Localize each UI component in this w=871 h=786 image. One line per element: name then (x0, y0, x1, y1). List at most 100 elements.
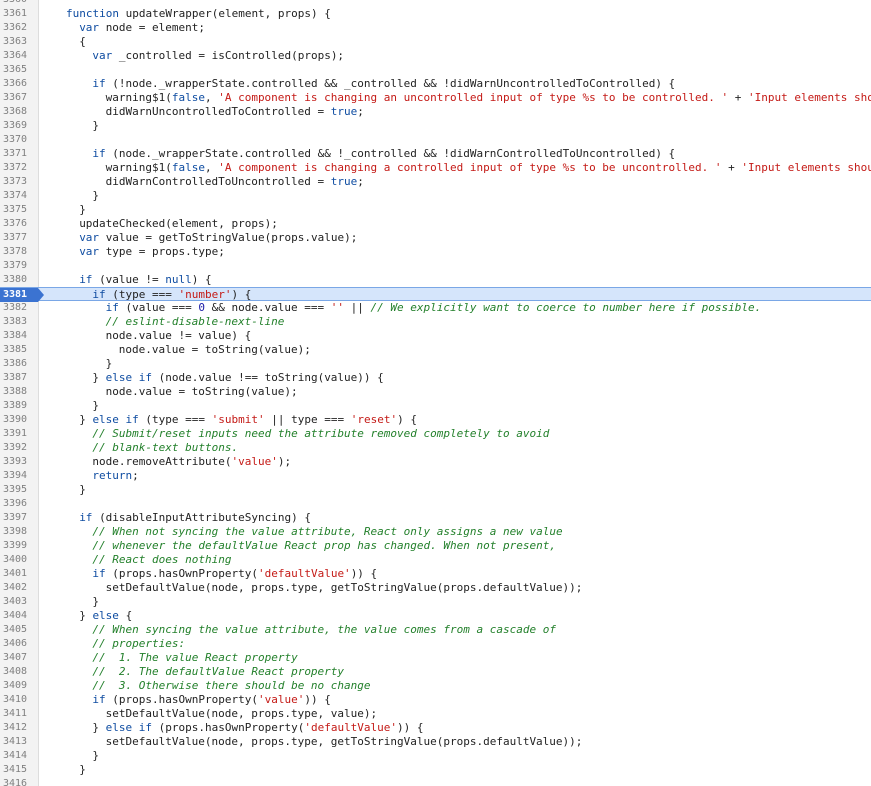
line-number[interactable]: 3368 (0, 105, 37, 119)
line-number[interactable]: 3392 (0, 441, 37, 455)
code-line[interactable]: 3386} (0, 357, 871, 371)
line-number[interactable]: 3362 (0, 21, 37, 35)
line-number[interactable]: 3384 (0, 329, 37, 343)
code-line[interactable]: 3368 didWarnUncontrolledToControlled = tr… (0, 105, 871, 119)
code-line[interactable]: 3398 // When not syncing the value attrib… (0, 525, 871, 539)
line-number[interactable]: 3415 (0, 763, 37, 777)
code-line[interactable]: 3409 // 3. Otherwise there should be no c… (0, 679, 871, 693)
line-number[interactable]: 3401 (0, 567, 37, 581)
code-line[interactable]: 3415} (0, 763, 871, 777)
code-line[interactable]: 3397 if (disableInputAttributeSyncing) { (0, 511, 871, 525)
code-line[interactable]: 3412} else if (props.hasOwnProperty('def… (0, 721, 871, 735)
line-number[interactable]: 3416 (0, 777, 37, 786)
code-line[interactable]: 3378 var type = props.type; (0, 245, 871, 259)
line-number[interactable]: 3408 (0, 665, 37, 679)
line-number[interactable]: 3383 (0, 315, 37, 329)
line-number[interactable]: 3406 (0, 637, 37, 651)
line-number[interactable]: 3382 (0, 301, 37, 315)
line-number[interactable]: 3409 (0, 679, 37, 693)
line-number[interactable]: 3398 (0, 525, 37, 539)
line-number[interactable]: 3393 (0, 455, 37, 469)
line-number[interactable]: 3388 (0, 385, 37, 399)
code-line[interactable]: 3393 node.removeAttribute('value'); (0, 455, 871, 469)
line-number[interactable]: 3400 (0, 553, 37, 567)
code-line[interactable]: 3376 updateChecked(element, props); (0, 217, 871, 231)
line-number[interactable]: 3389 (0, 399, 37, 413)
code-line[interactable]: 3385 node.value = toString(value); (0, 343, 871, 357)
code-line[interactable]: 3389} (0, 399, 871, 413)
line-number[interactable]: 3397 (0, 511, 37, 525)
line-number[interactable]: 3374 (0, 189, 37, 203)
code-line[interactable]: 3388 node.value = toString(value); (0, 385, 871, 399)
line-number[interactable]: 3367 (0, 91, 37, 105)
code-line[interactable]: 3416 (0, 777, 871, 786)
line-number[interactable]: 3387 (0, 371, 37, 385)
line-number[interactable]: 3363 (0, 35, 37, 49)
code-line[interactable]: 3402 setDefaultValue(node, props.type, ge… (0, 581, 871, 595)
code-line[interactable]: 3379 (0, 259, 871, 273)
line-number[interactable]: 3407 (0, 651, 37, 665)
code-line[interactable]: 3406 // properties: (0, 637, 871, 651)
line-number[interactable]: 3395 (0, 483, 37, 497)
line-number[interactable]: 3410 (0, 693, 37, 707)
code-editor[interactable]: 33603361 function updateWrapper(element, … (0, 0, 871, 786)
line-number[interactable]: 3364 (0, 49, 37, 63)
code-line[interactable]: 3366 if (!node._wrapperState.controlled &… (0, 77, 871, 91)
code-line[interactable]: 3369} (0, 119, 871, 133)
code-line[interactable]: 3370 (0, 133, 871, 147)
code-line[interactable]: 3408 // 2. The defaultValue React propert… (0, 665, 871, 679)
line-number[interactable]: 3380 (0, 273, 37, 287)
code-line[interactable]: 3377 var value = getToStringValue(props.v… (0, 231, 871, 245)
code-line[interactable]: 3390} else if (type === 'submit' || type… (0, 413, 871, 427)
line-number[interactable]: 3379 (0, 259, 37, 273)
line-number[interactable]: 3366 (0, 77, 37, 91)
code-line[interactable]: 3360 (0, 0, 871, 7)
code-line[interactable]: 3371 if (node._wrapperState.controlled &&… (0, 147, 871, 161)
code-line[interactable]: 3375} (0, 203, 871, 217)
line-number[interactable]: 3404 (0, 609, 37, 623)
line-number[interactable]: 3385 (0, 343, 37, 357)
code-line[interactable]: 3381 if (type === 'number') { (0, 287, 871, 302)
line-number[interactable]: 3396 (0, 497, 37, 511)
line-number[interactable]: 3361 (0, 7, 37, 21)
line-number[interactable]: 3365 (0, 63, 37, 77)
line-number[interactable]: 3414 (0, 749, 37, 763)
code-line[interactable]: 3391 // Submit/reset inputs need the attr… (0, 427, 871, 441)
code-line[interactable]: 3364 var _controlled = isControlled(props… (0, 49, 871, 63)
code-line[interactable]: 3362 var node = element; (0, 21, 871, 35)
code-line[interactable]: 3407 // 1. The value React property (0, 651, 871, 665)
line-number[interactable]: 3402 (0, 581, 37, 595)
line-number[interactable]: 3381 (0, 288, 44, 302)
line-number[interactable]: 3376 (0, 217, 37, 231)
code-line[interactable]: 3373 didWarnControlledToUncontrolled = tr… (0, 175, 871, 189)
code-line[interactable]: 3387} else if (node.value !== toString(v… (0, 371, 871, 385)
line-number[interactable]: 3413 (0, 735, 37, 749)
code-line[interactable]: 3413 setDefaultValue(node, props.type, ge… (0, 735, 871, 749)
line-number[interactable]: 3377 (0, 231, 37, 245)
code-line[interactable]: 3367 warning$1(false, 'A component is cha… (0, 91, 871, 105)
line-number[interactable]: 3375 (0, 203, 37, 217)
code-line[interactable]: 3394 return; (0, 469, 871, 483)
line-number[interactable]: 3370 (0, 133, 37, 147)
line-number[interactable]: 3403 (0, 595, 37, 609)
code-line[interactable]: 3395} (0, 483, 871, 497)
code-line[interactable]: 3399 // whenever the defaultValue React p… (0, 539, 871, 553)
code-line[interactable]: 3363 { (0, 35, 871, 49)
line-number[interactable]: 3369 (0, 119, 37, 133)
line-number[interactable]: 3394 (0, 469, 37, 483)
code-line[interactable]: 3372 warning$1(false, 'A component is cha… (0, 161, 871, 175)
code-line[interactable]: 3361 function updateWrapper(element, prop… (0, 7, 871, 21)
code-line[interactable]: 3401 if (props.hasOwnProperty('defaultVal… (0, 567, 871, 581)
line-number[interactable]: 3391 (0, 427, 37, 441)
line-number[interactable]: 3360 (0, 0, 37, 7)
code-line[interactable]: 3400 // React does nothing (0, 553, 871, 567)
line-number[interactable]: 3405 (0, 623, 37, 637)
code-line[interactable]: 3380 if (value != null) { (0, 273, 871, 287)
line-number[interactable]: 3378 (0, 245, 37, 259)
code-line[interactable]: 3365 (0, 63, 871, 77)
line-number[interactable]: 3411 (0, 707, 37, 721)
line-number[interactable]: 3373 (0, 175, 37, 189)
code-line[interactable]: 3382 if (value === 0 && node.value === ''… (0, 301, 871, 315)
code-line[interactable]: 3405 // When syncing the value attribute,… (0, 623, 871, 637)
line-number[interactable]: 3390 (0, 413, 37, 427)
